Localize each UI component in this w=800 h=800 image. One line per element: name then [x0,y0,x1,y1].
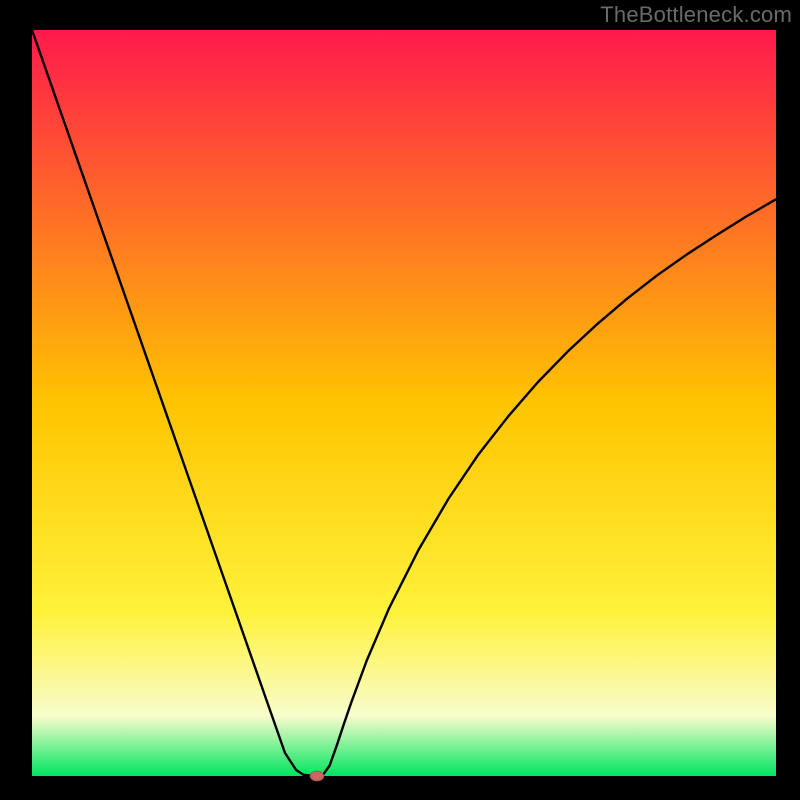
watermark-text: TheBottleneck.com [600,2,792,28]
optimum-marker [310,771,323,781]
plot-background [32,30,776,776]
bottleneck-plot [0,0,800,800]
chart-frame: TheBottleneck.com [0,0,800,800]
